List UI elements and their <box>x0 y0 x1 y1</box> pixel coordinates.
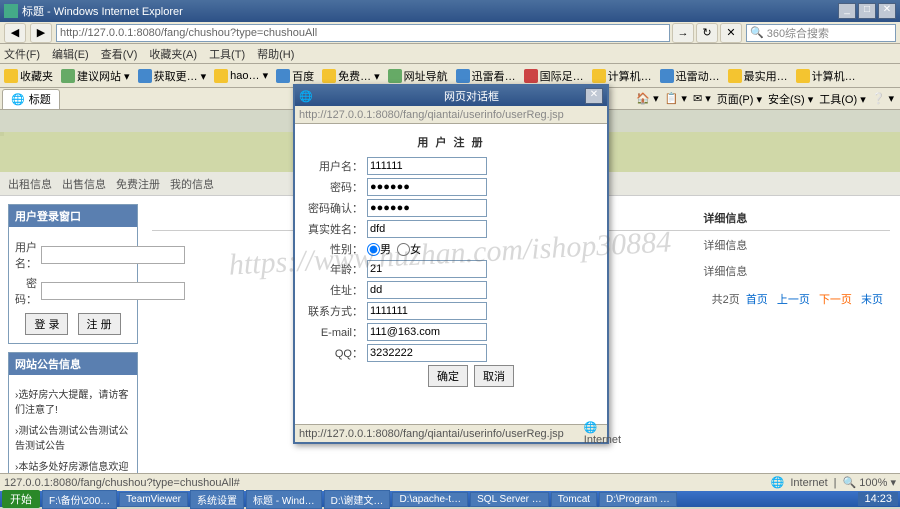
menu-edit[interactable]: 编辑(E) <box>52 46 89 62</box>
announce-panel-title: 网站公告信息 <box>9 353 137 375</box>
dialog-ok-button[interactable]: 确定 <box>428 365 468 387</box>
address-input[interactable]: http://127.0.0.1:8080/fang/chushou?type=… <box>56 24 670 42</box>
register-button[interactable]: 注 册 <box>78 313 121 335</box>
minimize-button[interactable]: _ <box>838 3 856 19</box>
dialog-heading: 用 户 注 册 <box>305 130 597 154</box>
nav-item[interactable]: 免费注册 <box>116 176 160 191</box>
menu-favorites[interactable]: 收藏夹(A) <box>149 46 197 62</box>
dialog-title: 网页对话框 <box>444 88 585 104</box>
refresh-button[interactable]: ↻ <box>696 23 718 43</box>
fav-item[interactable]: hao… ▾ <box>214 69 268 83</box>
dialog-icon: 🌐 <box>299 90 440 103</box>
fav-item[interactable]: 计算机… <box>796 68 856 84</box>
star-icon <box>4 69 18 83</box>
fav-item[interactable]: 迅雷看… <box>456 68 516 84</box>
pager-prev[interactable]: 上一页 <box>777 294 810 306</box>
page-menu[interactable]: 页面(P) ▾ <box>717 91 762 107</box>
reg-contact-input[interactable] <box>367 302 487 320</box>
fav-item[interactable]: 网址导航 <box>388 68 448 84</box>
task-item[interactable]: SQL Server … <box>470 492 549 507</box>
fav-item[interactable]: 计算机… <box>592 68 652 84</box>
dialog-address: http://127.0.0.1:8080/fang/qiantai/useri… <box>295 106 607 124</box>
login-panel-title: 用户登录窗口 <box>9 205 137 227</box>
reg-confirm-input[interactable] <box>367 199 487 217</box>
fav-item[interactable]: 迅雷动… <box>660 68 720 84</box>
nav-item[interactable]: 出租信息 <box>8 176 52 191</box>
system-tray[interactable]: 14:23 <box>858 492 898 506</box>
help-button[interactable]: ❔ ▾ <box>872 91 894 107</box>
start-button[interactable]: 开始 <box>2 490 40 508</box>
back-button[interactable]: ◀ <box>4 23 26 43</box>
menu-file[interactable]: 文件(F) <box>4 46 40 62</box>
task-item[interactable]: F:\备份\200… <box>42 490 117 509</box>
maximize-button[interactable]: □ <box>858 3 876 19</box>
reg-realname-input[interactable] <box>367 220 487 238</box>
fav-item[interactable]: 建议网站 ▾ <box>61 68 130 84</box>
task-item[interactable]: D:\谢建文… <box>324 490 391 509</box>
menu-tools[interactable]: 工具(T) <box>209 46 245 62</box>
forward-button[interactable]: ▶ <box>30 23 52 43</box>
fav-item[interactable]: 最实用… <box>728 68 788 84</box>
status-zone-icon: 🌐 <box>771 476 785 489</box>
detail-link[interactable]: 详细信息 <box>703 240 747 252</box>
search-input[interactable]: 🔍 360综合搜索 <box>746 24 896 42</box>
reg-gender-female[interactable] <box>397 243 410 256</box>
app-icon <box>4 4 18 18</box>
fav-item[interactable]: 百度 <box>276 68 314 84</box>
reg-username-input[interactable] <box>367 157 487 175</box>
reg-password-input[interactable] <box>367 178 487 196</box>
reg-age-input[interactable] <box>367 260 487 278</box>
safety-menu[interactable]: 安全(S) ▾ <box>768 91 813 107</box>
dialog-status-zone: 🌐 Internet <box>584 421 621 446</box>
register-dialog: 🌐 网页对话框 ✕ http://127.0.0.1:8080/fang/qia… <box>293 84 609 444</box>
announce-item[interactable]: ›测试公告测试公告测试公告测试公告 <box>15 419 131 455</box>
nav-item[interactable]: 出售信息 <box>62 176 106 191</box>
close-button[interactable]: ✕ <box>878 3 896 19</box>
detail-link[interactable]: 详细信息 <box>703 266 747 278</box>
go-button[interactable]: → <box>672 23 694 43</box>
home-button[interactable]: 🏠 ▾ <box>636 91 658 107</box>
browser-tab[interactable]: 🌐 标题 <box>2 89 60 109</box>
task-item[interactable]: Tomcat <box>551 492 597 507</box>
fav-item[interactable]: 国际足… <box>524 68 584 84</box>
stop-button[interactable]: ✕ <box>720 23 742 43</box>
status-zone: Internet <box>790 477 827 489</box>
task-item[interactable]: D:\apache-t… <box>392 492 468 507</box>
task-item[interactable]: D:\Program … <box>599 492 677 507</box>
favorites-button[interactable]: 收藏夹 <box>4 68 53 84</box>
login-button[interactable]: 登 录 <box>25 313 68 335</box>
tab-icon: 🌐 <box>11 93 25 106</box>
task-item[interactable]: TeamViewer <box>119 492 188 507</box>
dialog-status-url: http://127.0.0.1:8080/fang/qiantai/useri… <box>299 428 564 440</box>
announce-item[interactable]: ›选好房六大提醒，请访客们注意了! <box>15 383 131 419</box>
dialog-close-button[interactable]: ✕ <box>585 88 603 104</box>
fav-item[interactable]: 获取更… ▾ <box>138 68 207 84</box>
menu-help[interactable]: 帮助(H) <box>257 46 294 62</box>
reg-qq-input[interactable] <box>367 344 487 362</box>
announce-item[interactable]: ›本站多处好房源信息欢迎查询 <box>15 455 131 473</box>
feed-button[interactable]: 📋 ▾ <box>665 91 687 107</box>
menu-view[interactable]: 查看(V) <box>101 46 138 62</box>
mail-button[interactable]: ✉ ▾ <box>693 91 711 107</box>
dialog-cancel-button[interactable]: 取消 <box>474 365 514 387</box>
task-item[interactable]: 系统设置 <box>190 490 244 509</box>
status-url: 127.0.0.1:8080/fang/chushou?type=chushou… <box>4 477 240 489</box>
reg-gender-male[interactable] <box>367 243 380 256</box>
pager-last[interactable]: 末页 <box>861 294 883 306</box>
nav-item[interactable]: 我的信息 <box>170 176 214 191</box>
fav-item[interactable]: 免费… ▾ <box>322 68 380 84</box>
tools-menu[interactable]: 工具(O) ▾ <box>819 91 865 107</box>
search-icon: 🔍 <box>750 26 764 39</box>
pager-next[interactable]: 下一页 <box>819 294 852 306</box>
window-title: 标题 - Windows Internet Explorer <box>22 3 838 19</box>
task-item[interactable]: 标题 - Wind… <box>246 490 322 509</box>
status-zoom[interactable]: 🔍 100% ▾ <box>843 476 896 489</box>
reg-address-input[interactable] <box>367 281 487 299</box>
pager-first[interactable]: 首页 <box>746 294 768 306</box>
reg-email-input[interactable] <box>367 323 487 341</box>
